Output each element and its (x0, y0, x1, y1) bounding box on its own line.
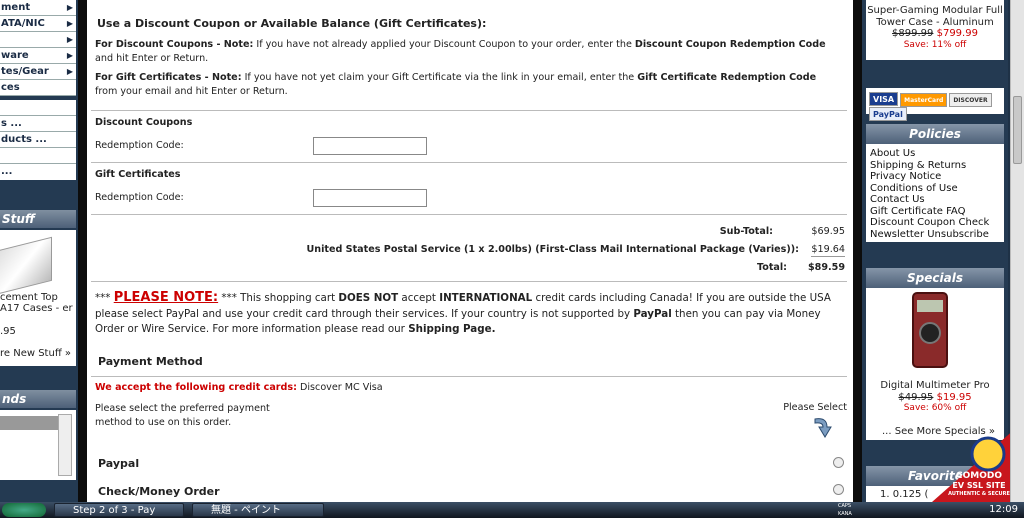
special-old-price: $49.95 (898, 391, 934, 403)
taskbar-item-browser[interactable]: Step 2 of 3 - Pay (54, 503, 184, 517)
right-column: Super-Gaming Modular Full Tower Case - A… (862, 0, 1008, 502)
checkout-panel: Use a Discount Coupon or Available Balan… (87, 0, 853, 502)
card-logos: VISA MasterCard DISCOVER PayPal (866, 88, 1004, 121)
gift-code-input[interactable] (313, 189, 427, 207)
shipping-label: United States Postal Service (1 x 2.00lb… (306, 244, 799, 255)
info-menu: s ... ducts ... ... (0, 100, 76, 180)
ime-indicator: CAPS KANA (838, 503, 852, 517)
column-divider (853, 0, 862, 502)
product-name[interactable]: cement Top A17 Cases - er (0, 292, 76, 314)
taskbar-item-paint[interactable]: 無題 - ペイント (192, 503, 324, 517)
product-image[interactable] (0, 236, 52, 296)
info-item[interactable]: ... (0, 164, 76, 180)
visa-logo: VISA (869, 92, 899, 106)
info-item[interactable] (0, 148, 76, 164)
check-option-label: Check/Money Order (98, 485, 220, 498)
policy-link[interactable]: Conditions of Use (866, 183, 1004, 195)
special-save: Save: 60% off (903, 403, 967, 413)
specials-box: Digital Multimeter Pro $49.95 $19.95 Sav… (866, 288, 1004, 440)
gift-title: Gift Certificates (95, 169, 181, 180)
new-stuff-box: cement Top A17 Cases - er .95 re New Stu… (0, 230, 76, 366)
info-item[interactable]: ducts ... (0, 132, 76, 148)
total-value: $89.59 (807, 262, 845, 273)
featured-product: Super-Gaming Modular Full Tower Case - A… (866, 0, 1004, 60)
brands-box (0, 410, 76, 480)
category-item[interactable]: ment ▶ (0, 0, 76, 16)
comodo-label: COMODO EV SSL SITE AUTHENTIC & SECURE (948, 471, 1010, 498)
paypal-radio[interactable] (833, 457, 844, 468)
discover-logo: DISCOVER (949, 93, 992, 107)
coupon-code-label: Redemption Code: (95, 140, 184, 151)
featured-old-price: $899.99 (892, 28, 934, 39)
left-column: ment ▶ ATA/NIC ▶ ▶ ware ▶ tes/Gear ▶ ces s .… (0, 0, 78, 502)
category-item[interactable]: ware ▶ (0, 48, 76, 64)
clock: 12:09 (989, 504, 1018, 515)
policy-link[interactable]: Shipping & Returns (866, 160, 1004, 172)
page-scrollbar[interactable] (1010, 0, 1024, 502)
start-button[interactable] (2, 503, 46, 517)
special-product: Digital Multimeter Pro $49.95 $19.95 Sav… (866, 380, 1004, 415)
check-radio[interactable] (833, 484, 844, 495)
international-note: *** PLEASE NOTE: *** This shopping cart … (95, 290, 831, 335)
select-instruction: Please select the preferred payment meth… (95, 403, 270, 428)
policies-header: Policies (866, 124, 1004, 144)
comodo-ssl-seal[interactable]: COMODO EV SSL SITE AUTHENTIC & SECURE (932, 428, 1016, 502)
brand-select-highlight[interactable] (0, 416, 58, 430)
gift-code-label: Redemption Code: (95, 192, 184, 203)
category-menu: ment ▶ ATA/NIC ▶ ▶ ware ▶ tes/Gear ▶ ces (0, 0, 76, 96)
featured-new-price: $799.99 (936, 28, 978, 39)
arrow-down-icon (813, 415, 835, 441)
coupon-code-input[interactable] (313, 137, 427, 155)
taskbar: Step 2 of 3 - Pay 無題 - ペイント CAPS KANA 12:… (0, 502, 1024, 518)
scrollbar-thumb[interactable] (1013, 96, 1022, 164)
policy-link[interactable]: Privacy Notice (866, 171, 1004, 183)
accepted-cards: We accept the following credit cards: Di… (95, 382, 383, 393)
subtotal-label: Sub-Total: (719, 226, 773, 237)
more-new-stuff-link[interactable]: re New Stuff » (0, 348, 71, 359)
policy-link[interactable]: Discount Coupon Check (866, 217, 1004, 229)
paypal-logo: PayPal (869, 107, 907, 121)
specials-header: Specials (866, 268, 1004, 288)
coupon-note: For Discount Coupons - Note: If you have… (95, 39, 826, 64)
special-new-price: $19.95 (936, 391, 972, 403)
policy-link[interactable]: Gift Certificate FAQ (866, 206, 1004, 218)
browser-page: ment ▶ ATA/NIC ▶ ▶ ware ▶ tes/Gear ▶ ces s .… (0, 0, 1024, 502)
divider (91, 376, 847, 377)
total-label: Total: (756, 262, 787, 273)
policy-link[interactable]: About Us (866, 148, 1004, 160)
coupons-title: Discount Coupons (95, 117, 193, 128)
payment-title: Payment Method (98, 355, 203, 368)
info-item[interactable]: s ... (0, 116, 76, 132)
info-item[interactable] (0, 100, 76, 116)
category-item[interactable]: ATA/NIC ▶ (0, 16, 76, 32)
special-name[interactable]: Digital Multimeter Pro (866, 380, 1004, 392)
shipping-value: $19.64 (811, 244, 845, 257)
policies-list: About Us Shipping & Returns Privacy Noti… (866, 144, 1004, 242)
divider (91, 110, 847, 111)
category-item[interactable]: ▶ (0, 32, 76, 48)
please-select-label: Please Select (783, 402, 847, 413)
gift-note: For Gift Certificates - Note: If you hav… (95, 72, 817, 97)
policy-link[interactable]: Newsletter Unsubscribe (866, 229, 1004, 241)
category-item[interactable]: tes/Gear ▶ (0, 64, 76, 80)
discount-heading: Use a Discount Coupon or Available Balan… (97, 17, 487, 30)
featured-save: Save: 11% off (903, 39, 967, 50)
column-divider (78, 0, 87, 502)
policy-link[interactable]: Contact Us (866, 194, 1004, 206)
new-stuff-header: Stuff (0, 210, 76, 228)
brand-scrollbar[interactable] (58, 414, 72, 476)
multimeter-image[interactable] (912, 292, 948, 368)
divider (91, 214, 847, 215)
featured-product-name[interactable]: Super-Gaming Modular Full Tower Case - A… (866, 5, 1004, 28)
mastercard-logo: MasterCard (900, 93, 948, 107)
divider (91, 281, 847, 282)
paypal-option-label: Paypal (98, 457, 140, 470)
brands-header: nds (0, 390, 76, 408)
category-item[interactable]: ces (0, 80, 76, 96)
product-price: .95 (0, 326, 16, 337)
subtotal-value: $69.95 (811, 226, 845, 237)
divider (91, 162, 847, 163)
shipping-page-link[interactable]: Shipping Page. (408, 323, 495, 335)
